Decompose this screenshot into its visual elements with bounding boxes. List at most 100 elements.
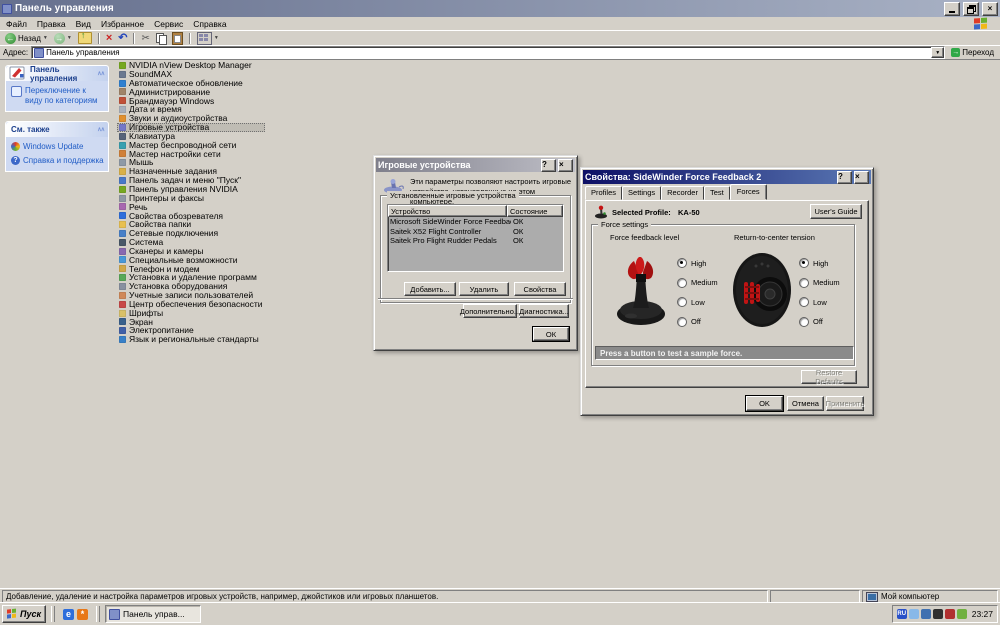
radio-option[interactable]: High xyxy=(677,257,718,269)
control-panel-item-icon xyxy=(119,221,126,229)
close-button[interactable]: × xyxy=(854,170,869,184)
tray-icon[interactable] xyxy=(932,609,943,619)
status-column-header[interactable]: Состояние xyxy=(507,205,563,217)
menu-item[interactable]: Избранное xyxy=(96,19,149,29)
views-dropdown-icon[interactable]: ▼ xyxy=(214,35,219,41)
forward-button[interactable]: → ▼ xyxy=(52,32,74,45)
address-dropdown-button[interactable]: ▼ xyxy=(931,47,945,58)
device-row[interactable]: Microsoft SideWinder Force Feedback 2 дж… xyxy=(388,217,563,227)
troubleshoot-button[interactable]: Диагностика... xyxy=(519,304,569,318)
up-button[interactable] xyxy=(76,30,94,45)
tray-icon[interactable] xyxy=(908,609,919,619)
restore-defaults-button[interactable]: Restore Defaults xyxy=(801,368,857,386)
menu-item[interactable]: Правка xyxy=(32,19,71,29)
tab[interactable]: Forces xyxy=(729,184,767,200)
tray-icon[interactable] xyxy=(944,609,955,619)
minimize-button[interactable] xyxy=(944,1,960,16)
tray-icon[interactable]: RU xyxy=(896,609,907,619)
sidebar-panel-control-header[interactable]: Панель управления ∧∧ xyxy=(6,65,108,83)
tab[interactable]: Test xyxy=(703,186,730,200)
taskbar-task-control-panel[interactable]: Панель управ... xyxy=(105,605,202,623)
go-button[interactable]: → Переход xyxy=(948,47,997,59)
remove-button[interactable]: Удалить xyxy=(459,282,509,296)
switch-to-category-view-link[interactable]: Переключение к виду по категориям xyxy=(11,86,105,105)
radio-icon[interactable] xyxy=(677,258,687,268)
close-button[interactable]: × xyxy=(982,1,998,16)
back-button[interactable]: ← Назад ▼ xyxy=(3,32,50,45)
taskbar-divider[interactable] xyxy=(96,606,101,622)
radio-option[interactable]: Off xyxy=(799,316,840,328)
close-icon: × xyxy=(987,3,993,13)
back-dropdown-icon[interactable]: ▼ xyxy=(43,35,48,41)
help-support-link[interactable]: ? Справка и поддержка xyxy=(11,155,105,166)
chevron-up-icon[interactable]: ∧∧ xyxy=(97,70,105,77)
radio-option[interactable]: High xyxy=(799,257,840,269)
radio-label: Low xyxy=(691,297,705,307)
radio-label: Off xyxy=(691,317,701,326)
main-titlebar[interactable]: Панель управления × xyxy=(0,0,1000,17)
control-panel-item-icon xyxy=(119,336,126,344)
control-panel-icon xyxy=(2,3,12,14)
paste-icon xyxy=(171,31,183,45)
radio-icon[interactable] xyxy=(799,277,809,288)
radio-option[interactable]: Medium xyxy=(677,277,718,289)
control-panel-item[interactable]: Язык и региональные стандарты xyxy=(117,335,265,344)
ok-button[interactable]: OK xyxy=(745,395,784,412)
tab[interactable]: Profiles xyxy=(585,186,623,200)
users-guide-button[interactable]: User's Guide xyxy=(810,204,862,219)
radio-icon[interactable] xyxy=(799,297,809,307)
ok-button[interactable]: ОК xyxy=(532,326,570,342)
taskbar-divider[interactable] xyxy=(51,606,56,622)
menu-item[interactable]: Вид xyxy=(71,19,96,29)
apply-button[interactable]: Применить xyxy=(826,396,864,411)
windows-update-link[interactable]: Windows Update xyxy=(11,142,105,152)
add-button[interactable]: Добавить... xyxy=(404,282,456,296)
menu-item[interactable]: Файл xyxy=(1,19,32,29)
toolbar-separator xyxy=(188,32,191,44)
close-button[interactable]: × xyxy=(558,158,573,172)
internet-explorer-icon[interactable]: e xyxy=(63,608,75,620)
tray-icon[interactable] xyxy=(920,609,931,619)
menu-item[interactable]: Сервис xyxy=(149,19,188,29)
forward-dropdown-icon[interactable]: ▼ xyxy=(67,35,72,41)
advanced-button[interactable]: Дополнительно... xyxy=(460,304,520,318)
start-button[interactable]: Пуск xyxy=(2,605,47,623)
delete-button[interactable]: × xyxy=(104,32,114,45)
help-button[interactable]: ? xyxy=(541,158,556,172)
props-dialog-titlebar[interactable]: Свойства: SideWinder Force Feedback 2 ? … xyxy=(583,170,871,184)
tab[interactable]: Recorder xyxy=(661,186,704,200)
radio-icon[interactable] xyxy=(799,258,809,268)
restore-button[interactable] xyxy=(963,1,979,16)
undo-button[interactable]: ↶ xyxy=(116,32,129,45)
radio-icon[interactable] xyxy=(677,277,687,288)
radio-icon[interactable] xyxy=(677,297,687,307)
tray-icon[interactable] xyxy=(956,609,967,619)
help-button[interactable]: ? xyxy=(837,170,852,184)
views-button[interactable]: ▼ xyxy=(195,31,221,45)
properties-button[interactable]: Свойства xyxy=(514,282,566,296)
toolbar-separator xyxy=(133,32,136,44)
sidebar-panel-seealso-header[interactable]: См. также ∧∧ xyxy=(6,122,108,138)
chevron-up-icon[interactable]: ∧∧ xyxy=(97,126,105,133)
device-row[interactable]: Saitek X52 Flight Controller ОК xyxy=(388,227,563,237)
radio-option[interactable]: Medium xyxy=(799,277,840,289)
radio-option[interactable]: Low xyxy=(677,296,718,308)
address-input[interactable]: Панель управления ▼ xyxy=(31,46,946,59)
device-row[interactable]: Saitek Pro Flight Rudder Pedals ОК xyxy=(388,236,563,246)
task-folder-icon xyxy=(109,608,121,620)
radio-option[interactable]: Off xyxy=(677,316,718,328)
radio-icon[interactable] xyxy=(799,316,809,327)
device-list[interactable]: Устройство Состояние Microsoft SideWinde… xyxy=(387,204,564,272)
menu-item[interactable]: Справка xyxy=(188,19,231,29)
radio-option[interactable]: Low xyxy=(799,296,840,308)
cut-button[interactable]: ✂ xyxy=(139,32,151,45)
radio-icon[interactable] xyxy=(677,316,687,327)
quick-launch-app-icon[interactable]: * xyxy=(77,608,89,620)
paste-button[interactable] xyxy=(170,31,185,45)
cancel-button[interactable]: Отмена xyxy=(787,396,824,411)
copy-button[interactable] xyxy=(154,32,168,45)
tab[interactable]: Settings xyxy=(622,186,662,200)
device-column-header[interactable]: Устройство xyxy=(388,205,507,217)
clock[interactable]: 23:27 xyxy=(972,609,993,619)
game-dialog-titlebar[interactable]: Игровые устройства ? × xyxy=(376,158,575,172)
